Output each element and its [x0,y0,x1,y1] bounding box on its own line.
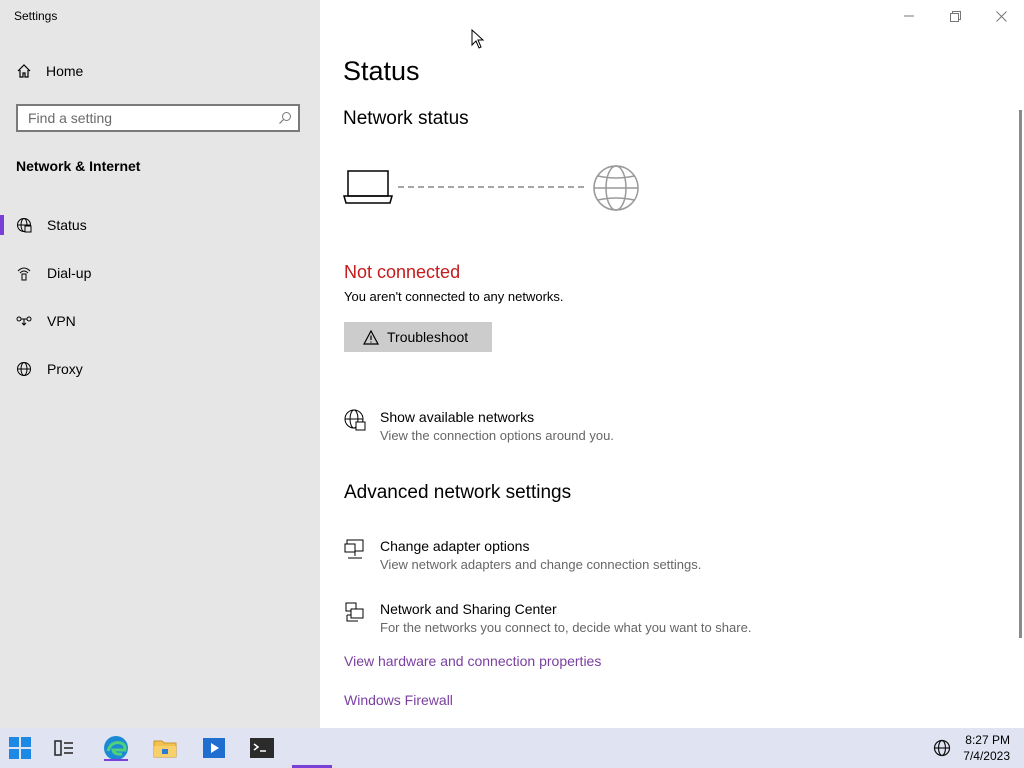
adapter-desc: View network adapters and change connect… [380,557,702,572]
sidebar-item-proxy[interactable]: Proxy [0,349,320,389]
running-indicator [104,759,128,761]
connection-state: Not connected [344,262,461,282]
file-explorer-button[interactable] [145,733,185,763]
edge-icon [104,736,128,760]
sharing-desc: For the networks you connect to, decide … [380,620,752,635]
restore-icon [949,10,961,22]
search-icon [279,112,291,124]
warning-icon [363,329,379,345]
sidebar-item-label: Proxy [47,361,83,377]
troubleshoot-button[interactable]: Troubleshoot [344,322,492,352]
section-title: Network & Internet [16,158,141,174]
restore-button[interactable] [932,4,978,28]
sidebar-item-label: Status [47,217,87,233]
windows-logo-icon [9,737,31,759]
clock-date: 7/4/2023 [963,749,1010,763]
hardware-properties-link[interactable]: View hardware and connection properties [344,653,601,669]
clock[interactable]: 8:27 PM 7/4/2023 [963,732,1010,764]
troubleshoot-label: Troubleshoot [387,329,469,345]
minimize-button[interactable] [886,4,932,28]
network-tray-button[interactable] [922,733,962,763]
globe-status-icon [17,218,32,233]
close-icon [995,10,1007,22]
app-title: Settings [14,9,58,23]
mouse-cursor [471,29,485,49]
networks-globe-icon [344,409,366,431]
home-label: Home [46,63,84,79]
adapter-icon [344,539,364,559]
search-input[interactable] [18,106,278,130]
sidebar: Settings Home Network & Internet Status … [0,0,320,728]
sidebar-item-label: VPN [47,313,76,329]
sidebar-item-label: Dial-up [47,265,92,281]
scrollbar[interactable] [1019,110,1022,638]
search-box[interactable] [16,104,300,132]
network-globe-tray-icon [933,739,951,757]
media-player-icon [203,738,225,758]
terminal-button[interactable] [242,733,282,763]
sharing-center-icon [345,602,364,622]
task-view-icon [54,740,73,756]
internet-globe-icon [593,165,639,211]
folder-icon [153,740,177,758]
minimize-icon [904,15,914,17]
show-networks-desc: View the connection options around you. [380,428,614,443]
close-button[interactable] [978,4,1024,28]
adapter-title: Change adapter options [380,538,530,554]
taskbar: 8:27 PM 7/4/2023 [0,728,1024,768]
network-diagram [343,165,639,211]
network-status-heading: Network status [343,108,469,129]
sharing-title: Network and Sharing Center [380,601,557,617]
show-networks-title: Show available networks [380,409,535,425]
globe-icon [17,362,31,376]
laptop-icon [343,170,393,204]
vpn-icon [16,316,32,326]
connection-desc: You aren't connected to any networks. [344,289,564,304]
clock-time: 8:27 PM [965,733,1010,747]
page-title: Status [343,56,420,86]
home-link[interactable]: Home [16,63,83,79]
sidebar-item-vpn[interactable]: VPN [0,301,320,341]
start-button[interactable] [0,733,40,763]
task-view-button[interactable] [44,733,84,763]
terminal-icon [250,738,274,758]
media-app-button[interactable] [194,733,234,763]
home-icon [17,64,31,78]
edge-taskbar-button[interactable] [96,733,136,763]
advanced-heading: Advanced network settings [344,482,572,503]
sidebar-item-dialup[interactable]: Dial-up [0,253,320,293]
windows-firewall-link[interactable]: Windows Firewall [344,692,453,708]
sidebar-item-status[interactable]: Status [0,205,320,245]
dialup-icon [17,267,31,281]
